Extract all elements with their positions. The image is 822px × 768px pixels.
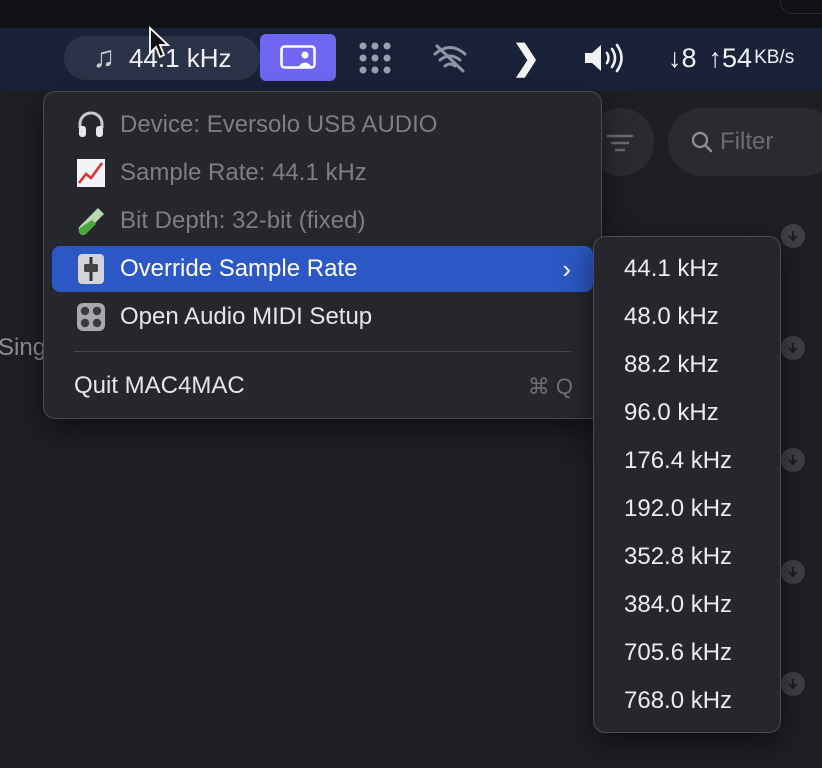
menu-item-sample-rate: Sample Rate: 44.1 kHz <box>52 150 593 196</box>
midi-setup-icon <box>74 300 108 334</box>
upload-speed: ↑54 <box>708 42 753 73</box>
menu-bar: ♫ 44.1 kHz ❯ ↓8 ↑54 KB/s <box>0 28 822 90</box>
partial-row-text: Sing <box>0 334 47 361</box>
submenu-rate-option[interactable]: 88.2 kHz <box>624 351 719 379</box>
chevron-right-icon[interactable]: ❯ <box>508 36 544 80</box>
submenu-rate-option[interactable]: 705.6 kHz <box>624 639 732 667</box>
menu-item-open-audio-midi-setup[interactable]: Open Audio MIDI Setup <box>52 294 593 340</box>
menu-item-bit-depth: Bit Depth: 32-bit (fixed) <box>52 198 593 244</box>
status-rate-label: 44.1 kHz <box>128 42 232 73</box>
download-icon[interactable] <box>781 448 805 472</box>
submenu-rate-option[interactable]: 192.0 kHz <box>624 495 732 523</box>
mouse-cursor-icon <box>149 26 170 59</box>
test-tube-icon <box>74 204 108 238</box>
menu-item-label: Bit Depth: 32-bit (fixed) <box>120 207 366 234</box>
submenu-rate-option[interactable]: 48.0 kHz <box>624 303 719 331</box>
sort-lines-icon <box>606 134 634 152</box>
download-icon[interactable] <box>781 336 805 360</box>
quit-shortcut: ⌘ Q <box>527 374 573 399</box>
menu-item-label: Override Sample Rate <box>120 255 358 282</box>
menu-item-device: Device: Eversolo USB AUDIO <box>52 102 593 148</box>
sample-rate-submenu: 44.1 kHz 48.0 kHz 88.2 kHz 96.0 kHz 176.4 kH… <box>593 236 781 733</box>
filter-placeholder: Filter <box>720 128 774 155</box>
menu-item-label: Open Audio MIDI Setup <box>120 303 373 330</box>
submenu-rate-option[interactable]: 176.4 kHz <box>624 447 732 475</box>
chevron-right-icon: › <box>562 254 571 284</box>
download-icon[interactable] <box>781 672 805 696</box>
submenu-rate-option[interactable]: 384.0 kHz <box>624 591 732 619</box>
submenu-rate-option[interactable]: 768.0 kHz <box>624 687 732 715</box>
network-speed[interactable]: ↓8 ↑54 KB/s <box>668 36 822 80</box>
fader-icon <box>74 252 108 286</box>
chart-icon <box>74 156 108 190</box>
wifi-off-icon[interactable] <box>430 36 470 80</box>
toolbar-edge <box>780 0 822 14</box>
music-note-icon: ♫ <box>92 41 115 74</box>
submenu-rate-option[interactable]: 44.1 kHz <box>624 255 719 283</box>
download-speed: ↓8 <box>668 42 697 73</box>
menu-item-label: Device: Eversolo USB AUDIO <box>120 111 438 138</box>
submenu-rate-option[interactable]: 352.8 kHz <box>624 543 732 571</box>
volume-icon[interactable] <box>580 36 626 80</box>
grid-icon[interactable] <box>354 36 396 80</box>
menu-item-label: Sample Rate: 44.1 kHz <box>120 159 367 186</box>
speed-unit: KB/s <box>754 47 795 68</box>
menu-item-override-sample-rate[interactable]: Override Sample Rate › <box>52 246 593 292</box>
filter-input[interactable]: Filter <box>668 108 822 176</box>
menu-item-quit[interactable]: Quit MAC4MAC <box>74 372 245 400</box>
download-icon[interactable] <box>781 224 805 248</box>
headphones-icon <box>74 108 108 142</box>
submenu-rate-option[interactable]: 96.0 kHz <box>624 399 719 427</box>
screen-sharing-button[interactable] <box>260 34 336 81</box>
download-icon[interactable] <box>781 560 805 584</box>
window-top-strip <box>0 0 822 28</box>
menu-separator <box>74 351 571 352</box>
screen-share-icon <box>280 44 316 69</box>
status-dropdown-menu: Device: Eversolo USB AUDIO Sample Rate: … <box>43 91 602 419</box>
search-icon <box>691 131 713 153</box>
